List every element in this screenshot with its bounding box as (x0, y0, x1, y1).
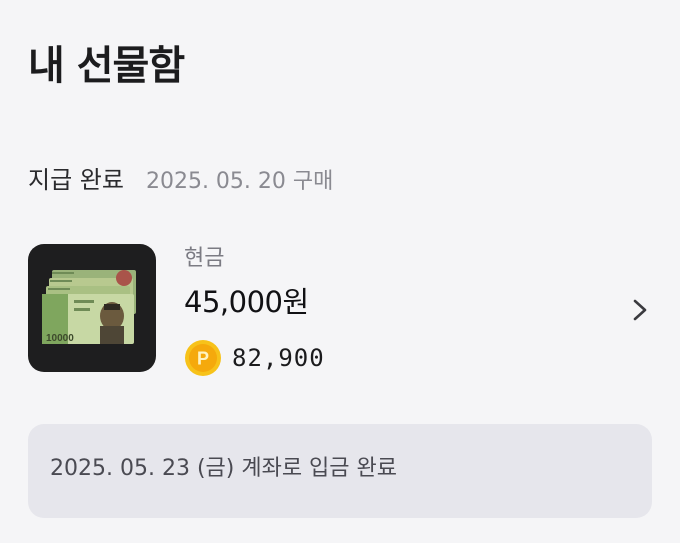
order-status-row: 지급 완료 2025. 05. 20 구매 (28, 168, 333, 193)
banknote-text-line (74, 308, 90, 311)
gift-amount: 45,000원 (184, 285, 309, 319)
point-value: 82,900 (232, 344, 325, 372)
banknote-portrait-hat (104, 304, 120, 310)
banknote-motif (116, 270, 132, 286)
deposit-message: 2025. 05. 23 (금) 계좌로 입금 완료 (50, 456, 398, 481)
purchase-date: 2025. 05. 20 구매 (145, 169, 334, 194)
point-row: P 82,900 (184, 339, 325, 377)
banknote-text-line (50, 280, 72, 282)
coin-letter: P (197, 349, 209, 369)
banknote-text-line (52, 272, 74, 274)
banknote-text-line (48, 288, 70, 290)
banknote-icon: 10000 (42, 270, 136, 344)
banknote-portrait-body (100, 326, 124, 344)
page-title: 내 선물함 (28, 43, 185, 89)
gift-thumbnail: 10000 (28, 244, 156, 372)
deposit-status-box: 2025. 05. 23 (금) 계좌로 입금 완료 (28, 424, 652, 518)
gift-name: 현금 (184, 246, 225, 271)
banknote-text-line (74, 300, 94, 303)
chevron-right-icon[interactable] (628, 296, 652, 324)
gift-item[interactable]: 10000 현금 45,000원 P 82,900 (28, 244, 652, 377)
status-label: 지급 완료 (28, 166, 124, 194)
banknote-denomination: 10000 (46, 333, 74, 344)
point-coin-icon: P (185, 340, 221, 376)
